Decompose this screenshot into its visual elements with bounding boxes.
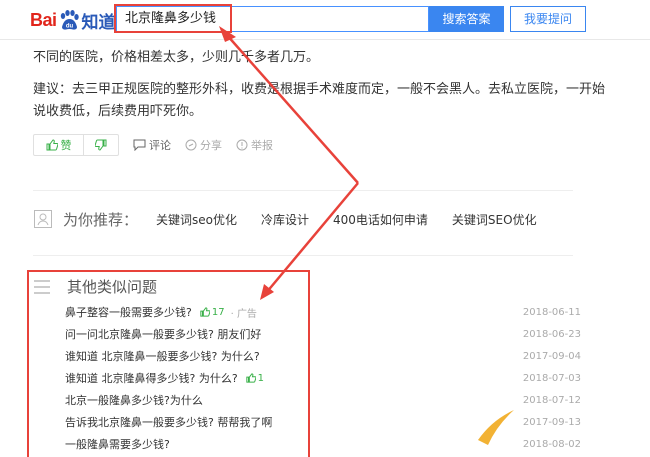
question-date: 2017-09-13 (522, 416, 581, 428)
svg-text:du: du (65, 24, 73, 30)
section-divider (33, 190, 573, 191)
like-button[interactable]: 赞 (34, 135, 84, 155)
search-highlight-box (114, 4, 232, 33)
comment-icon (133, 139, 146, 151)
question-date: 2018-06-11 (522, 306, 581, 318)
ask-question-button[interactable]: 我要提问 (510, 6, 586, 32)
paw-logo-icon: du (60, 10, 79, 30)
answer-line-3: 说收费低，后续费用吓死你。 (33, 104, 203, 119)
report-button[interactable]: 举报 (236, 137, 273, 153)
logo-text-zhidao: 知道 (81, 12, 116, 33)
logo-text-bai: Bai (30, 9, 57, 30)
dislike-button[interactable] (84, 135, 118, 155)
recommend-link[interactable]: 关键词SEO优化 (452, 211, 537, 228)
recommend-link[interactable]: 冷库设计 (261, 211, 309, 228)
question-date: 2017-09-04 (522, 350, 581, 362)
answer-actions: 赞 评论 分享 举报 (33, 133, 273, 157)
report-label: 举报 (251, 139, 273, 152)
comment-label: 评论 (149, 139, 171, 152)
thumbs-up-icon (46, 139, 58, 151)
recommend-title: 为你推荐： (63, 210, 139, 229)
recommend-link[interactable]: 关键词seo优化 (156, 211, 237, 228)
question-date: 2018-06-23 (522, 328, 581, 340)
answer-line-2: 建议：去三甲正规医院的整形外科，收费是根据手术难度而定，一般不会黑人。去私立医院… (33, 82, 606, 97)
search-answer-button[interactable]: 搜索答案 (429, 6, 504, 32)
section-divider (33, 255, 573, 256)
comment-button[interactable]: 评论 (133, 137, 171, 153)
baidu-zhidao-logo[interactable]: Bai du 知道 (30, 8, 116, 33)
similar-questions-highlight-box (27, 270, 310, 457)
recommend-person-icon (34, 210, 52, 228)
question-date: 2018-08-02 (522, 438, 581, 450)
share-label: 分享 (200, 139, 222, 152)
answer-line-1: 不同的医院，价格相差太多，少则几千多者几万。 (33, 50, 320, 65)
top-bar: Bai du 知道 北京隆鼻多少钱 搜索答案 我要提问 (0, 0, 650, 40)
recommend-link[interactable]: 400电话如何申请 (333, 211, 428, 228)
thumbs-down-icon (95, 139, 107, 151)
like-label: 赞 (60, 139, 72, 152)
vote-group: 赞 (33, 134, 119, 156)
question-date: 2018-07-03 (522, 372, 581, 384)
report-icon (236, 139, 248, 151)
share-icon (185, 139, 197, 151)
question-date: 2018-07-12 (522, 394, 581, 406)
share-button[interactable]: 分享 (185, 137, 222, 153)
recommend-section: 为你推荐： 关键词seo优化 冷库设计 400电话如何申请 关键词SEO优化 (33, 207, 561, 231)
